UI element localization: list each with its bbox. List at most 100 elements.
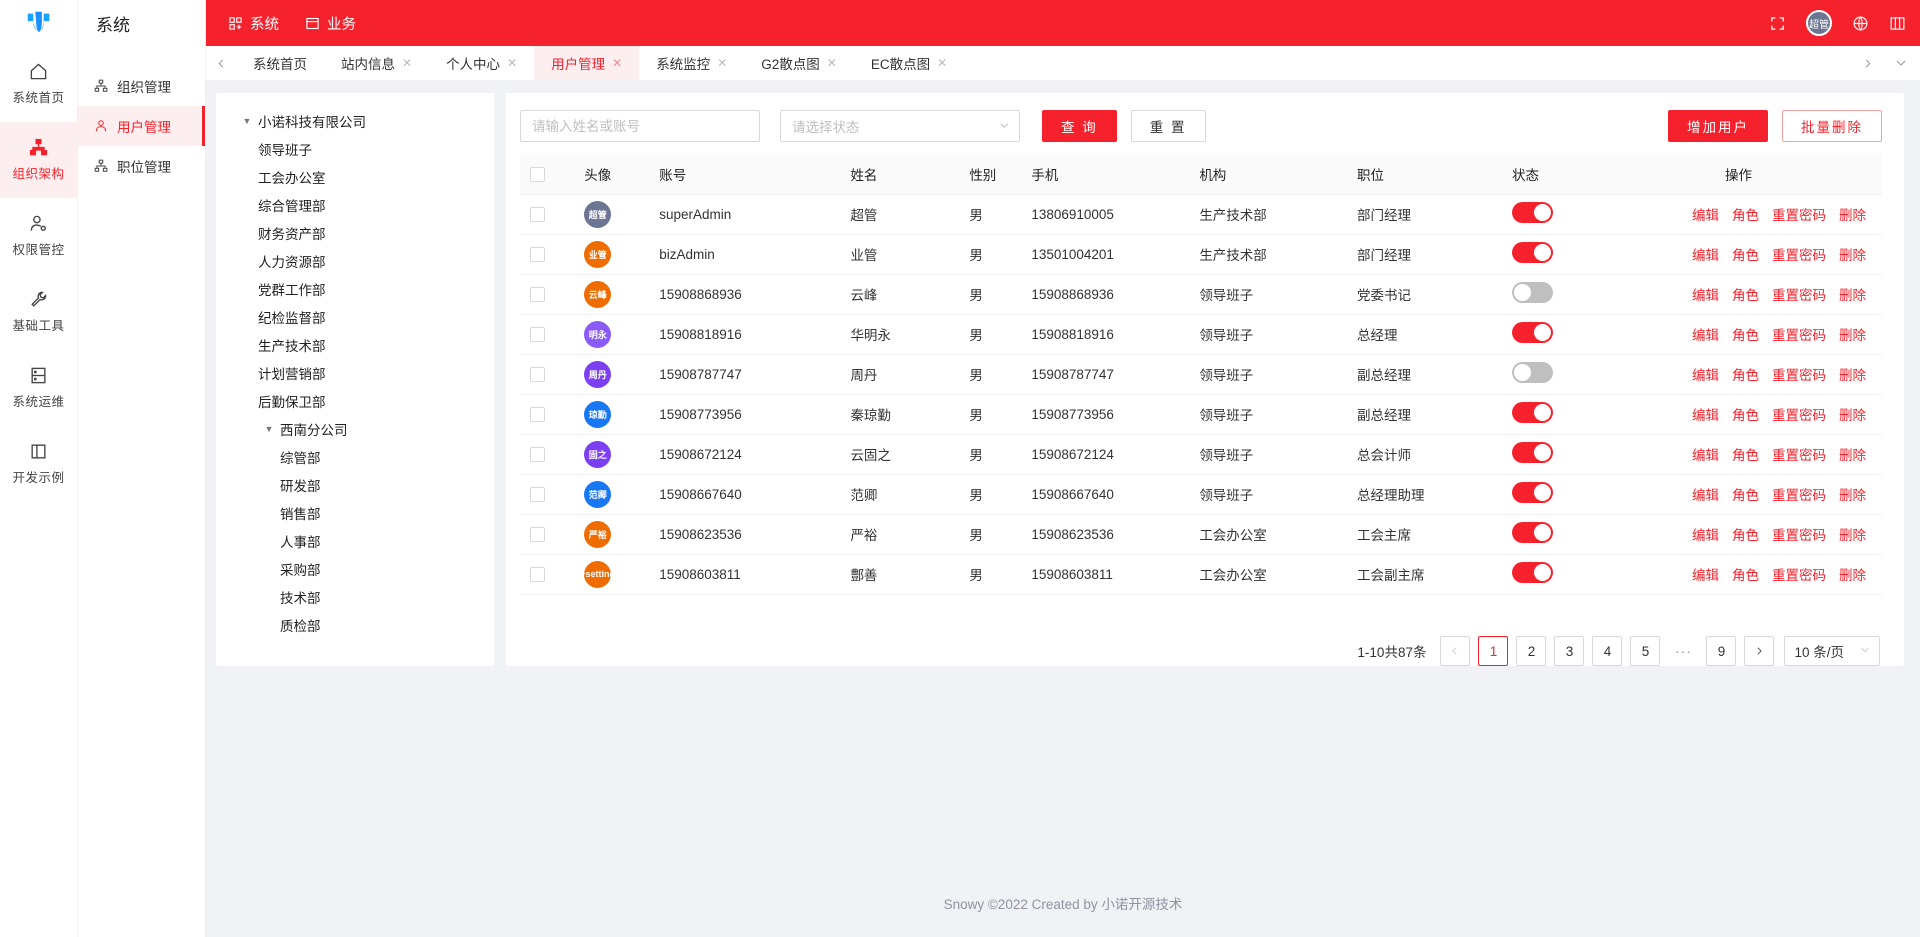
rail-item-tools[interactable]: 基础工具 — [0, 274, 78, 350]
tree-node[interactable]: 综合管理部 — [226, 191, 484, 219]
op-delete-link[interactable]: 删除 — [1839, 404, 1866, 424]
op-edit-link[interactable]: 编辑 — [1692, 204, 1719, 224]
op-delete-link[interactable]: 删除 — [1839, 444, 1866, 464]
select-all-checkbox[interactable] — [530, 167, 545, 182]
reset-button[interactable]: 重 置 — [1131, 110, 1206, 142]
op-delete-link[interactable]: 删除 — [1839, 244, 1866, 264]
tree-node[interactable]: 销售部 — [226, 499, 484, 527]
op-role-link[interactable]: 角色 — [1732, 284, 1759, 304]
tree-node[interactable]: ▼ 小诺科技有限公司 — [226, 107, 484, 135]
tab-g2-scatter[interactable]: G2散点图 ✕ — [744, 46, 854, 80]
row-checkbox[interactable] — [530, 527, 545, 542]
page-size-select[interactable]: 10 条/页 — [1784, 636, 1880, 666]
tree-node[interactable]: 财务资产部 — [226, 219, 484, 247]
op-reset-password-link[interactable]: 重置密码 — [1772, 484, 1826, 504]
op-edit-link[interactable]: 编辑 — [1692, 324, 1719, 344]
op-role-link[interactable]: 角色 — [1732, 404, 1759, 424]
row-checkbox[interactable] — [530, 287, 545, 302]
tree-node[interactable]: 质检部 — [226, 611, 484, 639]
op-edit-link[interactable]: 编辑 — [1692, 444, 1719, 464]
status-toggle[interactable] — [1512, 402, 1553, 423]
op-reset-password-link[interactable]: 重置密码 — [1772, 524, 1826, 544]
op-reset-password-link[interactable]: 重置密码 — [1772, 404, 1826, 424]
tree-node[interactable]: 综管部 — [226, 443, 484, 471]
status-toggle[interactable] — [1512, 482, 1553, 503]
op-reset-password-link[interactable]: 重置密码 — [1772, 244, 1826, 264]
status-toggle[interactable] — [1512, 562, 1553, 583]
pagination-next[interactable] — [1744, 636, 1774, 666]
pagination-page-5[interactable]: 5 — [1630, 636, 1660, 666]
op-role-link[interactable]: 角色 — [1732, 204, 1759, 224]
tree-node[interactable]: ▼ 西南分公司 — [226, 415, 484, 443]
row-checkbox[interactable] — [530, 247, 545, 262]
add-user-button[interactable]: 增加用户 — [1668, 110, 1768, 142]
row-checkbox[interactable] — [530, 327, 545, 342]
op-role-link[interactable]: 角色 — [1732, 324, 1759, 344]
row-checkbox[interactable] — [530, 447, 545, 462]
op-delete-link[interactable]: 删除 — [1839, 524, 1866, 544]
rail-item-home[interactable]: 系统首页 — [0, 46, 78, 122]
op-edit-link[interactable]: 编辑 — [1692, 364, 1719, 384]
pagination-page-last[interactable]: 9 — [1706, 636, 1736, 666]
rail-item-org[interactable]: 组织架构 — [0, 122, 78, 198]
tree-node[interactable]: 工会办公室 — [226, 163, 484, 191]
status-toggle[interactable] — [1512, 442, 1553, 463]
rail-item-demo[interactable]: 开发示例 — [0, 426, 78, 502]
tree-node[interactable]: 计划营销部 — [226, 359, 484, 387]
status-toggle[interactable] — [1512, 522, 1553, 543]
op-edit-link[interactable]: 编辑 — [1692, 284, 1719, 304]
op-delete-link[interactable]: 删除 — [1839, 324, 1866, 344]
tab-home[interactable]: 系统首页 — [236, 46, 324, 80]
pagination-page-3[interactable]: 3 — [1554, 636, 1584, 666]
op-edit-link[interactable]: 编辑 — [1692, 244, 1719, 264]
op-edit-link[interactable]: 编辑 — [1692, 524, 1719, 544]
tab-ec-scatter[interactable]: EC散点图 ✕ — [854, 46, 964, 80]
tree-node[interactable]: 人力资源部 — [226, 247, 484, 275]
close-icon[interactable]: ✕ — [827, 57, 837, 69]
tree-node[interactable]: 技术部 — [226, 583, 484, 611]
op-edit-link[interactable]: 编辑 — [1692, 484, 1719, 504]
rail-item-permission[interactable]: 权限管控 — [0, 198, 78, 274]
row-checkbox[interactable] — [530, 207, 545, 222]
tree-node[interactable]: 研发部 — [226, 471, 484, 499]
topnav-system[interactable]: 系统 — [228, 13, 279, 34]
op-reset-password-link[interactable]: 重置密码 — [1772, 284, 1826, 304]
row-checkbox[interactable] — [530, 567, 545, 582]
logo[interactable] — [0, 0, 77, 46]
search-button[interactable]: 查 询 — [1042, 110, 1117, 142]
sidebar-item-org-manage[interactable]: 组织管理 — [78, 66, 205, 106]
tree-node[interactable]: 党群工作部 — [226, 275, 484, 303]
fullscreen-button[interactable] — [1769, 15, 1786, 32]
op-reset-password-link[interactable]: 重置密码 — [1772, 364, 1826, 384]
pagination-page-1[interactable]: 1 — [1478, 636, 1508, 666]
search-input[interactable] — [520, 110, 760, 142]
close-icon[interactable]: ✕ — [612, 57, 622, 69]
tab-scroll-left[interactable] — [206, 46, 236, 80]
close-icon[interactable]: ✕ — [507, 57, 517, 69]
caret-down-icon[interactable]: ▼ — [236, 116, 258, 126]
op-reset-password-link[interactable]: 重置密码 — [1772, 204, 1826, 224]
caret-down-icon[interactable]: ▼ — [258, 424, 280, 434]
row-checkbox[interactable] — [530, 487, 545, 502]
sidebar-item-position-manage[interactable]: 职位管理 — [78, 146, 205, 186]
op-reset-password-link[interactable]: 重置密码 — [1772, 444, 1826, 464]
op-reset-password-link[interactable]: 重置密码 — [1772, 564, 1826, 584]
row-checkbox[interactable] — [530, 367, 545, 382]
status-toggle[interactable] — [1512, 322, 1553, 343]
layout-settings-button[interactable] — [1889, 15, 1906, 32]
close-icon[interactable]: ✕ — [937, 57, 947, 69]
tree-node[interactable]: 后勤保卫部 — [226, 387, 484, 415]
status-toggle[interactable] — [1512, 362, 1553, 383]
sidebar-item-user-manage[interactable]: 用户管理 — [78, 106, 205, 146]
rail-item-ops[interactable]: 系统运维 — [0, 350, 78, 426]
status-toggle[interactable] — [1512, 282, 1553, 303]
tree-node[interactable]: 纪检监督部 — [226, 303, 484, 331]
op-role-link[interactable]: 角色 — [1732, 244, 1759, 264]
batch-delete-button[interactable]: 批量删除 — [1782, 110, 1882, 142]
topnav-business[interactable]: 业务 — [305, 13, 356, 34]
tab-more-menu[interactable] — [1882, 46, 1920, 80]
tree-node[interactable]: 领导班子 — [226, 135, 484, 163]
tab-personal-center[interactable]: 个人中心 ✕ — [429, 46, 534, 80]
op-delete-link[interactable]: 删除 — [1839, 284, 1866, 304]
op-edit-link[interactable]: 编辑 — [1692, 404, 1719, 424]
